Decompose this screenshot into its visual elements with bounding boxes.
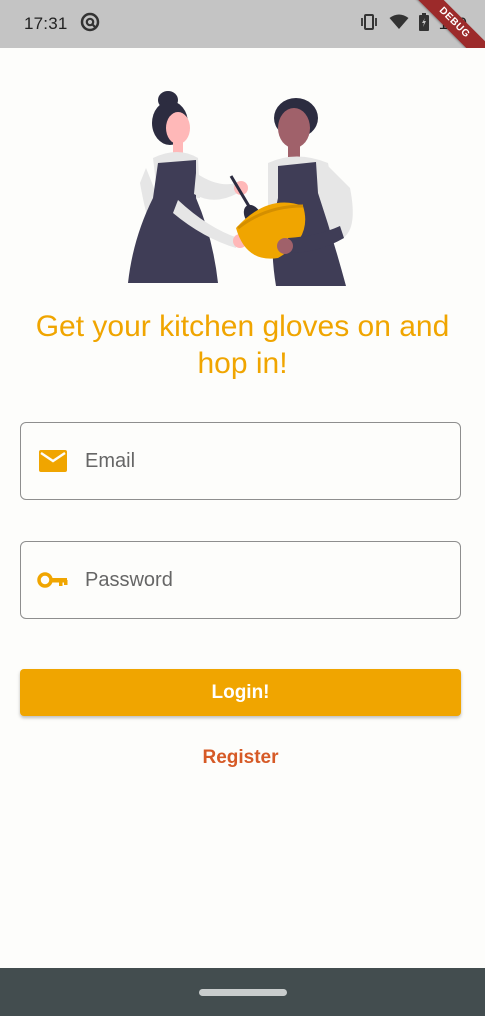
email-input[interactable] [85,423,460,499]
login-button[interactable]: Login! [20,669,461,716]
navigation-bar [0,968,485,1016]
password-input[interactable] [85,542,460,618]
home-handle[interactable] [198,988,287,996]
status-bar: 17:31 DEBUG [0,0,485,48]
page-title: Get your kitchen gloves on and hop in! [35,310,450,380]
register-link[interactable]: Register [160,740,321,776]
at-sign-icon [80,12,100,37]
wifi-icon [389,14,409,35]
battery-icon [418,12,429,36]
password-field[interactable] [20,541,461,619]
status-time: 17:31 [24,14,68,33]
key-icon [21,571,85,589]
chefs-cooking-illustration [118,88,363,288]
login-screen: 17:31 DEBUG Get your kitchen gloves on a… [0,0,485,1016]
email-field[interactable] [20,422,461,500]
vibrate-icon [359,13,379,36]
email-icon [21,450,85,472]
